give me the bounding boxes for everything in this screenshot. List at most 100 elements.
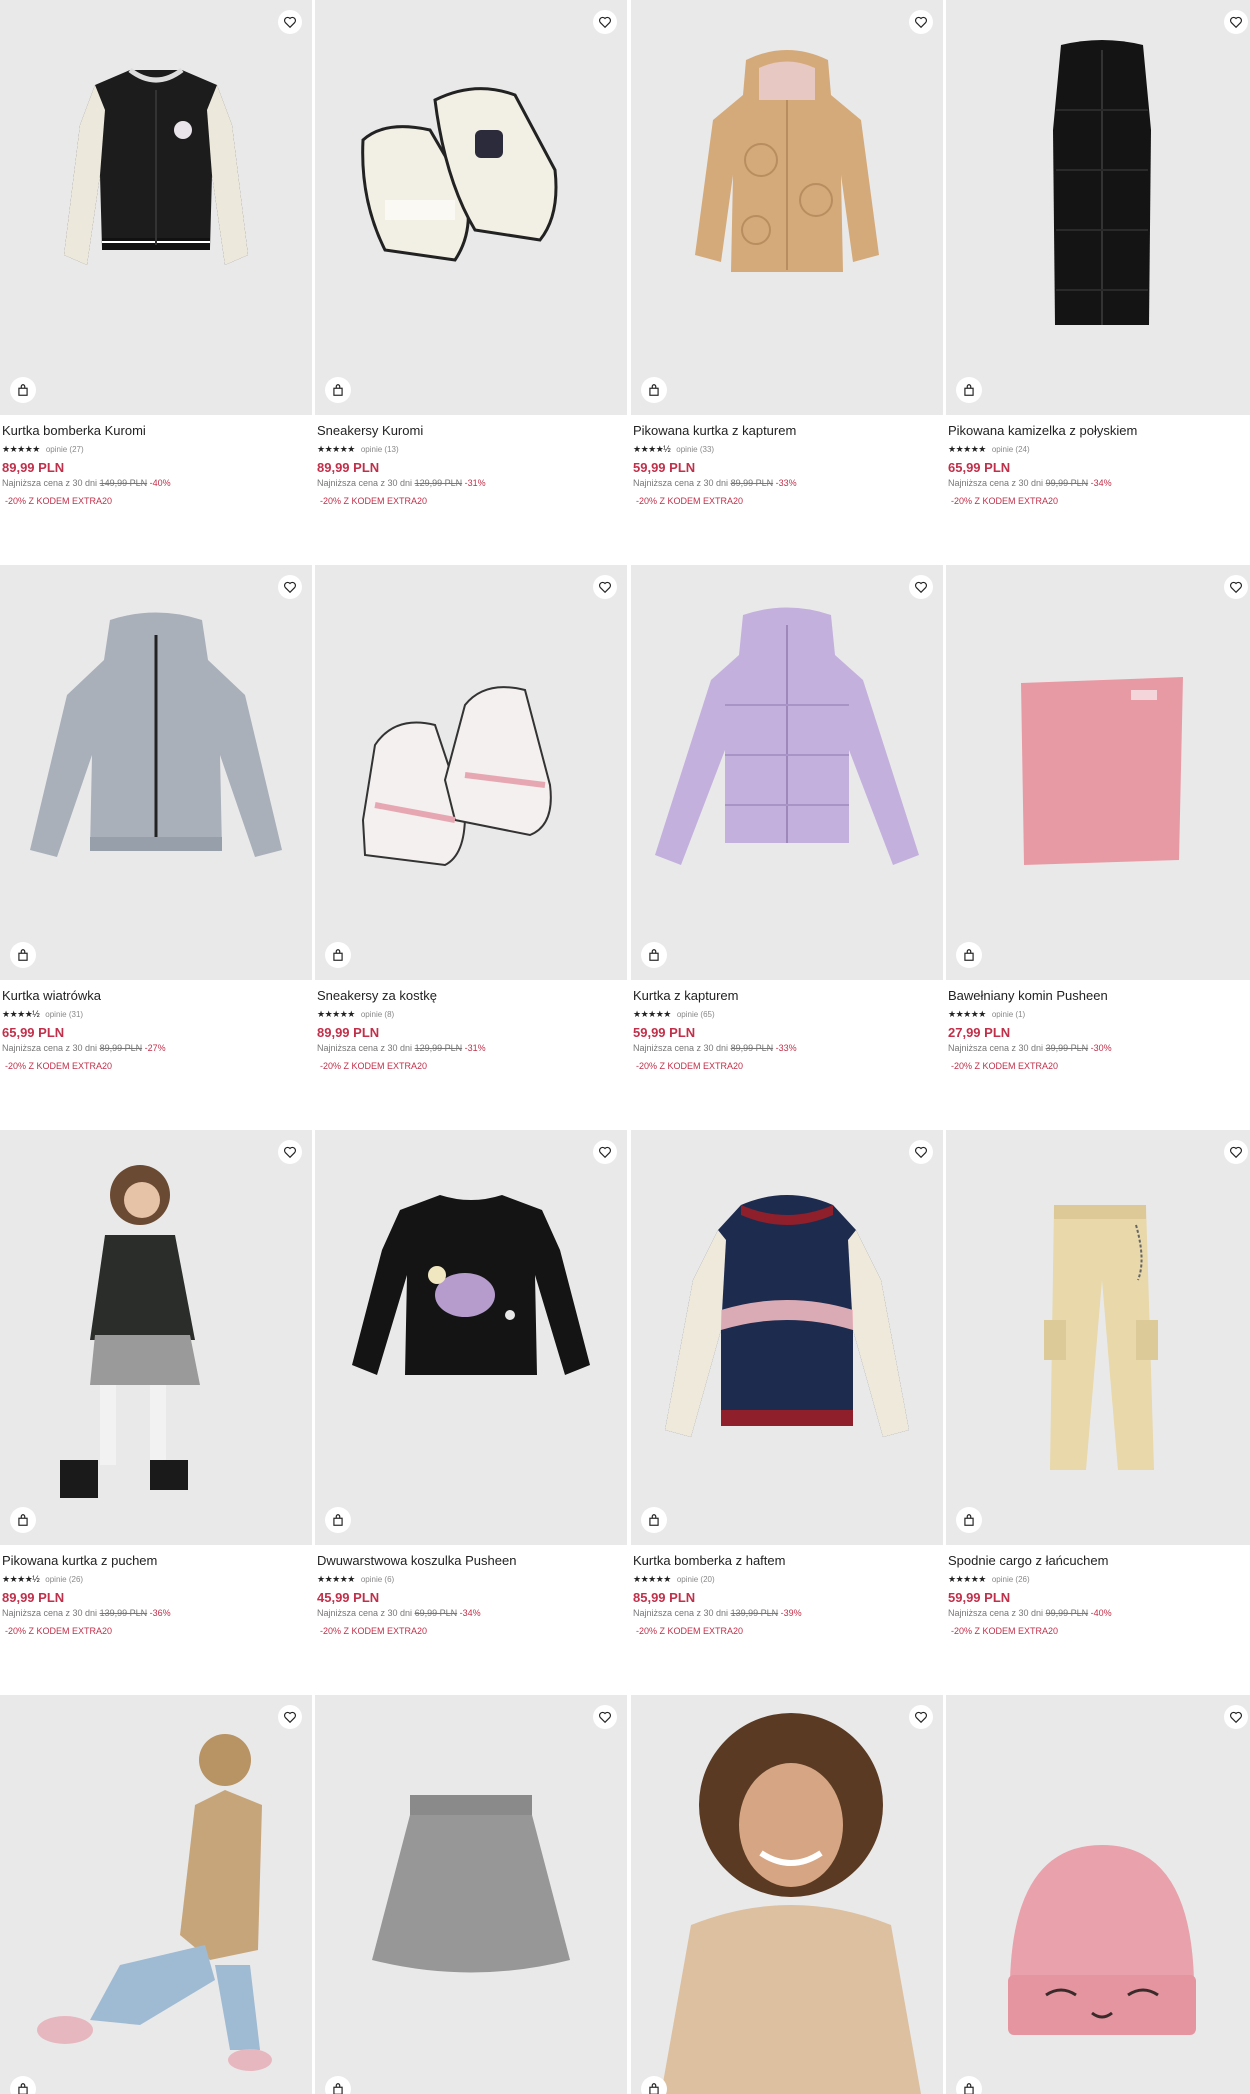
- beanie-image: [1008, 1845, 1196, 2035]
- add-to-bag-icon[interactable]: [325, 1507, 351, 1533]
- tshirt-image: [352, 1195, 590, 1375]
- add-to-bag-icon[interactable]: [641, 1507, 667, 1533]
- review-count: opinie (65): [676, 1009, 715, 1019]
- product-card[interactable]: Pikowana kurtka z kapturem ★★★★½ opinie (…: [631, 0, 943, 506]
- lowest-price-info: Najniższa cena z 30 dni 139,99 PLN -36%: [2, 1608, 171, 1618]
- product-card[interactable]: Bawełniany komin Pusheen ★★★★★ opinie (1)…: [946, 565, 1250, 1071]
- product-card[interactable]: Sneakersy Kuromi ★★★★★ opinie (13) 89,99 …: [315, 0, 627, 506]
- add-to-bag-icon[interactable]: [325, 942, 351, 968]
- wishlist-heart-icon[interactable]: [909, 10, 933, 34]
- product-image[interactable]: [0, 0, 312, 415]
- promo-code-label: -20% Z KODEM EXTRA20: [951, 1061, 1059, 1071]
- product-rating: ★★★★★ opinie (8): [317, 1008, 625, 1020]
- wishlist-heart-icon[interactable]: [1224, 10, 1248, 34]
- add-to-bag-icon[interactable]: [641, 942, 667, 968]
- add-to-bag-icon[interactable]: [10, 1507, 36, 1533]
- product-image[interactable]: [315, 1130, 627, 1545]
- product-image[interactable]: [631, 0, 943, 415]
- product-name[interactable]: Pikowana kurtka z kapturem: [633, 423, 941, 440]
- promo-code-label: -20% Z KODEM EXTRA20: [320, 1626, 428, 1636]
- wishlist-heart-icon[interactable]: [593, 1705, 617, 1729]
- product-rating: ★★★★★ opinie (20): [633, 1573, 941, 1585]
- promo-code-label: -20% Z KODEM EXTRA20: [636, 1626, 744, 1636]
- product-rating: ★★★★★ opinie (1): [948, 1008, 1250, 1020]
- wishlist-heart-icon[interactable]: [593, 575, 617, 599]
- product-price: 89,99 PLN: [317, 460, 380, 475]
- product-card[interactable]: [631, 1695, 943, 2094]
- add-to-bag-icon[interactable]: [10, 377, 36, 403]
- product-image[interactable]: [946, 1695, 1250, 2094]
- product-name[interactable]: Kurtka bomberka Kuromi: [2, 423, 310, 440]
- wishlist-heart-icon[interactable]: [1224, 1705, 1248, 1729]
- product-image[interactable]: [315, 0, 627, 415]
- product-image[interactable]: [315, 1695, 627, 2094]
- product-rating: ★★★★★ opinie (24): [948, 443, 1250, 455]
- wishlist-heart-icon[interactable]: [278, 1705, 302, 1729]
- wishlist-heart-icon[interactable]: [278, 10, 302, 34]
- product-card[interactable]: Kurtka wiatrówka ★★★★½ opinie (31) 65,99 …: [0, 565, 312, 1071]
- product-card[interactable]: Kurtka bomberka Kuromi ★★★★★ opinie (27) …: [0, 0, 312, 506]
- product-card[interactable]: [946, 1695, 1250, 2094]
- product-name[interactable]: Pikowana kurtka z puchem: [2, 1553, 310, 1570]
- wishlist-heart-icon[interactable]: [593, 1140, 617, 1164]
- product-name[interactable]: Dwuwarstwowa koszulka Pusheen: [317, 1553, 625, 1570]
- product-name[interactable]: Spodnie cargo z łańcuchem: [948, 1553, 1250, 1570]
- add-to-bag-icon[interactable]: [956, 1507, 982, 1533]
- product-image[interactable]: [631, 1695, 943, 2094]
- wishlist-heart-icon[interactable]: [1224, 575, 1248, 599]
- product-name[interactable]: Kurtka z kapturem: [633, 988, 941, 1005]
- product-card[interactable]: Pikowana kurtka z puchem ★★★★½ opinie (26…: [0, 1130, 312, 1636]
- product-card[interactable]: [0, 1695, 312, 2094]
- product-rating: ★★★★★ opinie (65): [633, 1008, 941, 1020]
- product-card[interactable]: Spodnie cargo z łańcuchem ★★★★★ opinie (2…: [946, 1130, 1250, 1636]
- product-name[interactable]: Pikowana kamizelka z połyskiem: [948, 423, 1250, 440]
- add-to-bag-icon[interactable]: [10, 942, 36, 968]
- product-image[interactable]: [0, 1130, 312, 1545]
- add-to-bag-icon[interactable]: [325, 377, 351, 403]
- product-rating: ★★★★★ opinie (6): [317, 1573, 625, 1585]
- add-to-bag-icon[interactable]: [956, 942, 982, 968]
- rating-stars: ★★★★★: [317, 1008, 355, 1019]
- product-image[interactable]: [0, 1695, 312, 2094]
- product-card[interactable]: Dwuwarstwowa koszulka Pusheen ★★★★★ opini…: [315, 1130, 627, 1636]
- wishlist-heart-icon[interactable]: [909, 1140, 933, 1164]
- wishlist-heart-icon[interactable]: [909, 575, 933, 599]
- review-count: opinie (6): [360, 1574, 395, 1584]
- product-card[interactable]: Pikowana kamizelka z połyskiem ★★★★★ opin…: [946, 0, 1250, 506]
- product-card[interactable]: Kurtka z kapturem ★★★★★ opinie (65) 59,99…: [631, 565, 943, 1071]
- product-name[interactable]: Kurtka wiatrówka: [2, 988, 310, 1005]
- product-name[interactable]: Bawełniany komin Pusheen: [948, 988, 1250, 1005]
- product-image[interactable]: [946, 0, 1250, 415]
- wishlist-heart-icon[interactable]: [278, 1140, 302, 1164]
- product-rating: ★★★★★ opinie (26): [948, 1573, 1250, 1585]
- review-count: opinie (13): [360, 444, 399, 454]
- review-count: opinie (20): [676, 1574, 715, 1584]
- promo-code-label: -20% Z KODEM EXTRA20: [320, 496, 428, 506]
- wishlist-heart-icon[interactable]: [1224, 1140, 1248, 1164]
- product-name[interactable]: Kurtka bomberka z haftem: [633, 1553, 941, 1570]
- product-card[interactable]: Kurtka bomberka z haftem ★★★★★ opinie (20…: [631, 1130, 943, 1636]
- wishlist-heart-icon[interactable]: [278, 575, 302, 599]
- product-price: 59,99 PLN: [633, 460, 696, 475]
- product-name[interactable]: Sneakersy Kuromi: [317, 423, 625, 440]
- product-image[interactable]: [946, 565, 1250, 980]
- wishlist-heart-icon[interactable]: [593, 10, 617, 34]
- product-image[interactable]: [315, 565, 627, 980]
- product-image[interactable]: [0, 565, 312, 980]
- product-name[interactable]: Sneakersy za kostkę: [317, 988, 625, 1005]
- wishlist-heart-icon[interactable]: [909, 1705, 933, 1729]
- snood-image: [1021, 677, 1183, 865]
- product-image[interactable]: [631, 565, 943, 980]
- product-image[interactable]: [631, 1130, 943, 1545]
- product-image[interactable]: [946, 1130, 1250, 1545]
- add-to-bag-icon[interactable]: [641, 377, 667, 403]
- rating-stars: ★★★★★: [633, 1573, 671, 1584]
- add-to-bag-icon[interactable]: [956, 377, 982, 403]
- girl-coat-image: [37, 1734, 272, 2071]
- product-card[interactable]: [315, 1695, 627, 2094]
- rating-stars: ★★★★★: [2, 443, 40, 454]
- review-count: opinie (26): [991, 1574, 1030, 1584]
- bomber-jacket-image: [64, 67, 248, 265]
- product-card[interactable]: Sneakersy za kostkę ★★★★★ opinie (8) 89,9…: [315, 565, 627, 1071]
- lowest-price-info: Najniższa cena z 30 dni 129,99 PLN -31%: [317, 478, 486, 488]
